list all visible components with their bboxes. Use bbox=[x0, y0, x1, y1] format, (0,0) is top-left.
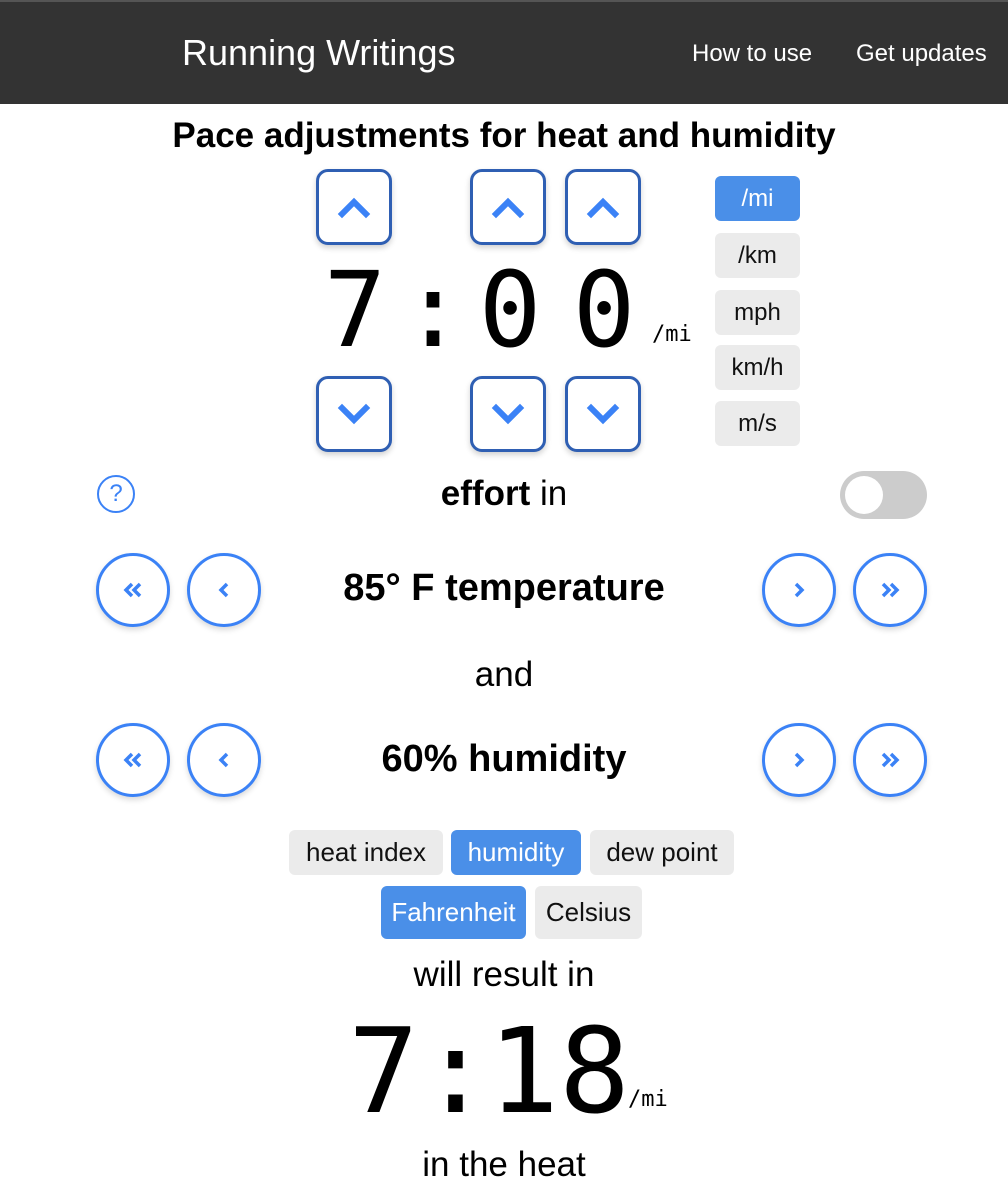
mode-dew-point-button[interactable]: dew point bbox=[590, 830, 734, 875]
chevron-up-icon bbox=[586, 197, 620, 219]
mode-humidity-button[interactable]: humidity bbox=[451, 830, 581, 875]
double-chevron-right-icon bbox=[881, 582, 900, 598]
effort-in-text: in bbox=[530, 474, 568, 513]
result-separator: : bbox=[420, 1002, 492, 1140]
chevron-up-icon bbox=[491, 197, 525, 219]
unit-option-per-mile[interactable]: /mi bbox=[715, 176, 800, 221]
seconds-tens-decrease-button[interactable] bbox=[470, 376, 546, 452]
minutes-decrease-button[interactable] bbox=[316, 376, 392, 452]
result-lead-text: will result in bbox=[413, 955, 595, 994]
seconds-tens-increase-button[interactable] bbox=[470, 169, 546, 245]
pace-unit-suffix: /mi bbox=[652, 322, 692, 347]
minutes-increase-button[interactable] bbox=[316, 169, 392, 245]
nav-get-updates-link[interactable]: Get updates bbox=[856, 40, 987, 68]
result-seconds: 18 bbox=[488, 1002, 631, 1140]
effort-bold-text: effort bbox=[440, 474, 531, 513]
top-nav-bar: Running Writings How to use Get updates bbox=[0, 0, 1008, 104]
chevron-down-icon bbox=[337, 403, 371, 425]
pace-seconds-ones-digit: 0 bbox=[572, 249, 636, 371]
humidity-increase-button[interactable] bbox=[762, 723, 836, 797]
seconds-ones-decrease-button[interactable] bbox=[565, 376, 641, 452]
unit-option-mph[interactable]: mph bbox=[715, 290, 800, 335]
unit-option-per-km[interactable]: /km bbox=[715, 233, 800, 278]
pace-seconds-tens-digit: 0 bbox=[478, 249, 542, 371]
result-tail-text: in the heat bbox=[422, 1145, 586, 1184]
chevron-down-icon bbox=[586, 403, 620, 425]
chevron-right-icon bbox=[794, 582, 805, 598]
pace-separator: : bbox=[401, 249, 465, 371]
pace-minutes-digit: 7 bbox=[323, 249, 387, 371]
temperature-increase-large-button[interactable] bbox=[853, 553, 927, 627]
mode-heat-index-button[interactable]: heat index bbox=[289, 830, 443, 875]
scale-celsius-button[interactable]: Celsius bbox=[535, 886, 642, 939]
seconds-ones-increase-button[interactable] bbox=[565, 169, 641, 245]
scale-fahrenheit-button[interactable]: Fahrenheit bbox=[381, 886, 526, 939]
chevron-right-icon bbox=[794, 752, 805, 768]
temperature-increase-button[interactable] bbox=[762, 553, 836, 627]
effort-toggle[interactable] bbox=[840, 471, 927, 519]
page-title: Pace adjustments for heat and humidity bbox=[172, 116, 836, 155]
site-brand[interactable]: Running Writings bbox=[182, 32, 455, 74]
unit-option-ms[interactable]: m/s bbox=[715, 401, 800, 446]
humidity-increase-large-button[interactable] bbox=[853, 723, 927, 797]
unit-option-kmh[interactable]: km/h bbox=[715, 345, 800, 390]
result-unit-suffix: /mi bbox=[628, 1087, 668, 1112]
nav-how-to-use-link[interactable]: How to use bbox=[692, 40, 812, 68]
chevron-down-icon bbox=[491, 403, 525, 425]
chevron-up-icon bbox=[337, 197, 371, 219]
toggle-knob bbox=[845, 476, 883, 514]
and-connector: and bbox=[474, 655, 534, 694]
double-chevron-right-icon bbox=[881, 752, 900, 768]
result-minutes: 7 bbox=[348, 1002, 420, 1140]
